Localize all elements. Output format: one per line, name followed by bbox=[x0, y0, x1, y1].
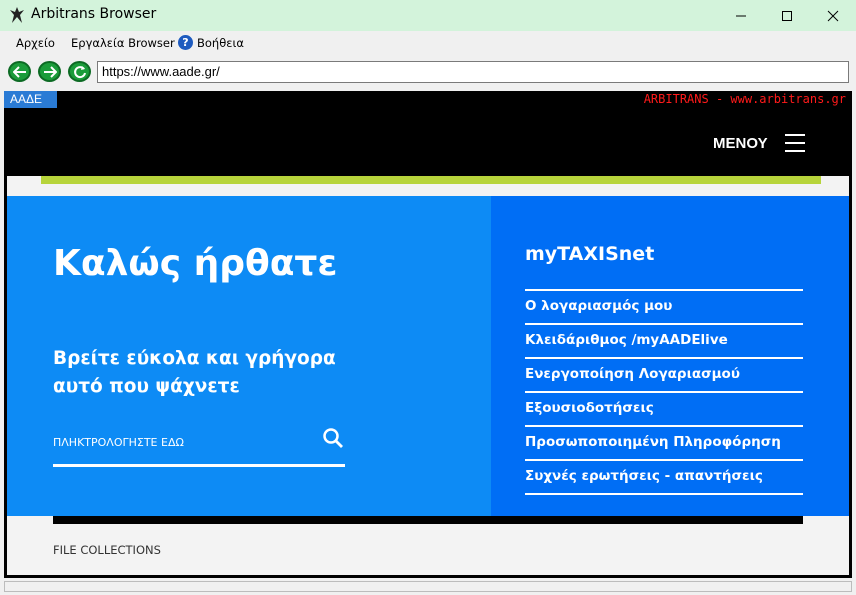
web-content: ΜΕΝΟΥ Καλώς ήρθατε Βρείτε εύκολα και γρή… bbox=[4, 108, 852, 578]
site-menu-label[interactable]: ΜΕΝΟΥ bbox=[713, 135, 768, 152]
menu-help[interactable]: Βοήθεια bbox=[197, 36, 244, 50]
window-title: Arbitrans Browser bbox=[31, 6, 157, 22]
search-icon[interactable] bbox=[322, 427, 344, 449]
search-underline bbox=[53, 464, 345, 467]
forward-button[interactable] bbox=[38, 61, 61, 82]
welcome-panel: Καλώς ήρθατε Βρείτε εύκολα και γρήγορα α… bbox=[7, 196, 491, 516]
mytaxisnet-panel: myTAXISnet Ο λογαριασμός μου Κλειδάριθμο… bbox=[491, 196, 849, 516]
title-bar[interactable]: Arbitrans Browser bbox=[0, 0, 856, 31]
menu-browser-tools[interactable]: Εργαλεία Browser bbox=[71, 36, 175, 50]
link-faq[interactable]: Συχνές ερωτήσεις - απαντήσεις bbox=[525, 459, 803, 493]
refresh-icon bbox=[73, 65, 86, 78]
link-authorizations[interactable]: Εξουσιοδοτήσεις bbox=[525, 391, 803, 425]
maximize-button[interactable] bbox=[764, 0, 810, 31]
status-bar bbox=[4, 581, 852, 592]
maximize-icon bbox=[782, 10, 792, 21]
menu-bar: Αρχείο Εργαλεία Browser Βοήθεια bbox=[0, 31, 856, 55]
forward-arrow-icon bbox=[43, 65, 57, 78]
app-logo-icon bbox=[10, 7, 24, 23]
menu-file[interactable]: Αρχείο bbox=[16, 36, 55, 50]
section-divider bbox=[53, 516, 803, 524]
refresh-button[interactable] bbox=[68, 61, 91, 82]
close-icon bbox=[827, 10, 839, 21]
mytaxisnet-links: Ο λογαριασμός μου Κλειδάριθμος /myAADEli… bbox=[525, 289, 803, 495]
link-my-account[interactable]: Ο λογαριασμός μου bbox=[525, 289, 803, 323]
accent-bar bbox=[41, 176, 821, 184]
help-icon[interactable]: ? bbox=[178, 35, 193, 50]
brand-label: ARBITRANS - www.arbitrans.gr bbox=[643, 92, 846, 106]
address-bar[interactable]: https://www.aade.gr/ bbox=[97, 61, 849, 83]
welcome-subtitle: Βρείτε εύκολα και γρήγορα αυτό που ψάχνε… bbox=[53, 348, 336, 397]
file-collections-heading: FILE COLLECTIONS bbox=[53, 543, 161, 557]
close-button[interactable] bbox=[810, 0, 856, 31]
link-keycode-myaadelive[interactable]: Κλειδάριθμος /myAADElive bbox=[525, 323, 803, 357]
back-button[interactable] bbox=[8, 61, 31, 82]
welcome-heading: Καλώς ήρθατε bbox=[53, 243, 338, 284]
minimize-icon bbox=[736, 15, 746, 16]
hamburger-menu-icon[interactable] bbox=[785, 134, 805, 152]
mytaxisnet-title: myTAXISnet bbox=[525, 243, 655, 265]
tab-aade[interactable]: ΑΑΔΕ bbox=[4, 91, 57, 108]
site-header: ΜΕΝΟΥ bbox=[7, 110, 849, 176]
back-arrow-icon bbox=[12, 65, 26, 78]
site-search-input[interactable] bbox=[53, 432, 303, 452]
link-account-activation[interactable]: Ενεργοποίηση Λογαριασμού bbox=[525, 357, 803, 391]
minimize-button[interactable] bbox=[718, 0, 764, 31]
list-divider bbox=[525, 493, 803, 495]
link-personalized-info[interactable]: Προσωποποιημένη Πληροφόρηση bbox=[525, 425, 803, 459]
